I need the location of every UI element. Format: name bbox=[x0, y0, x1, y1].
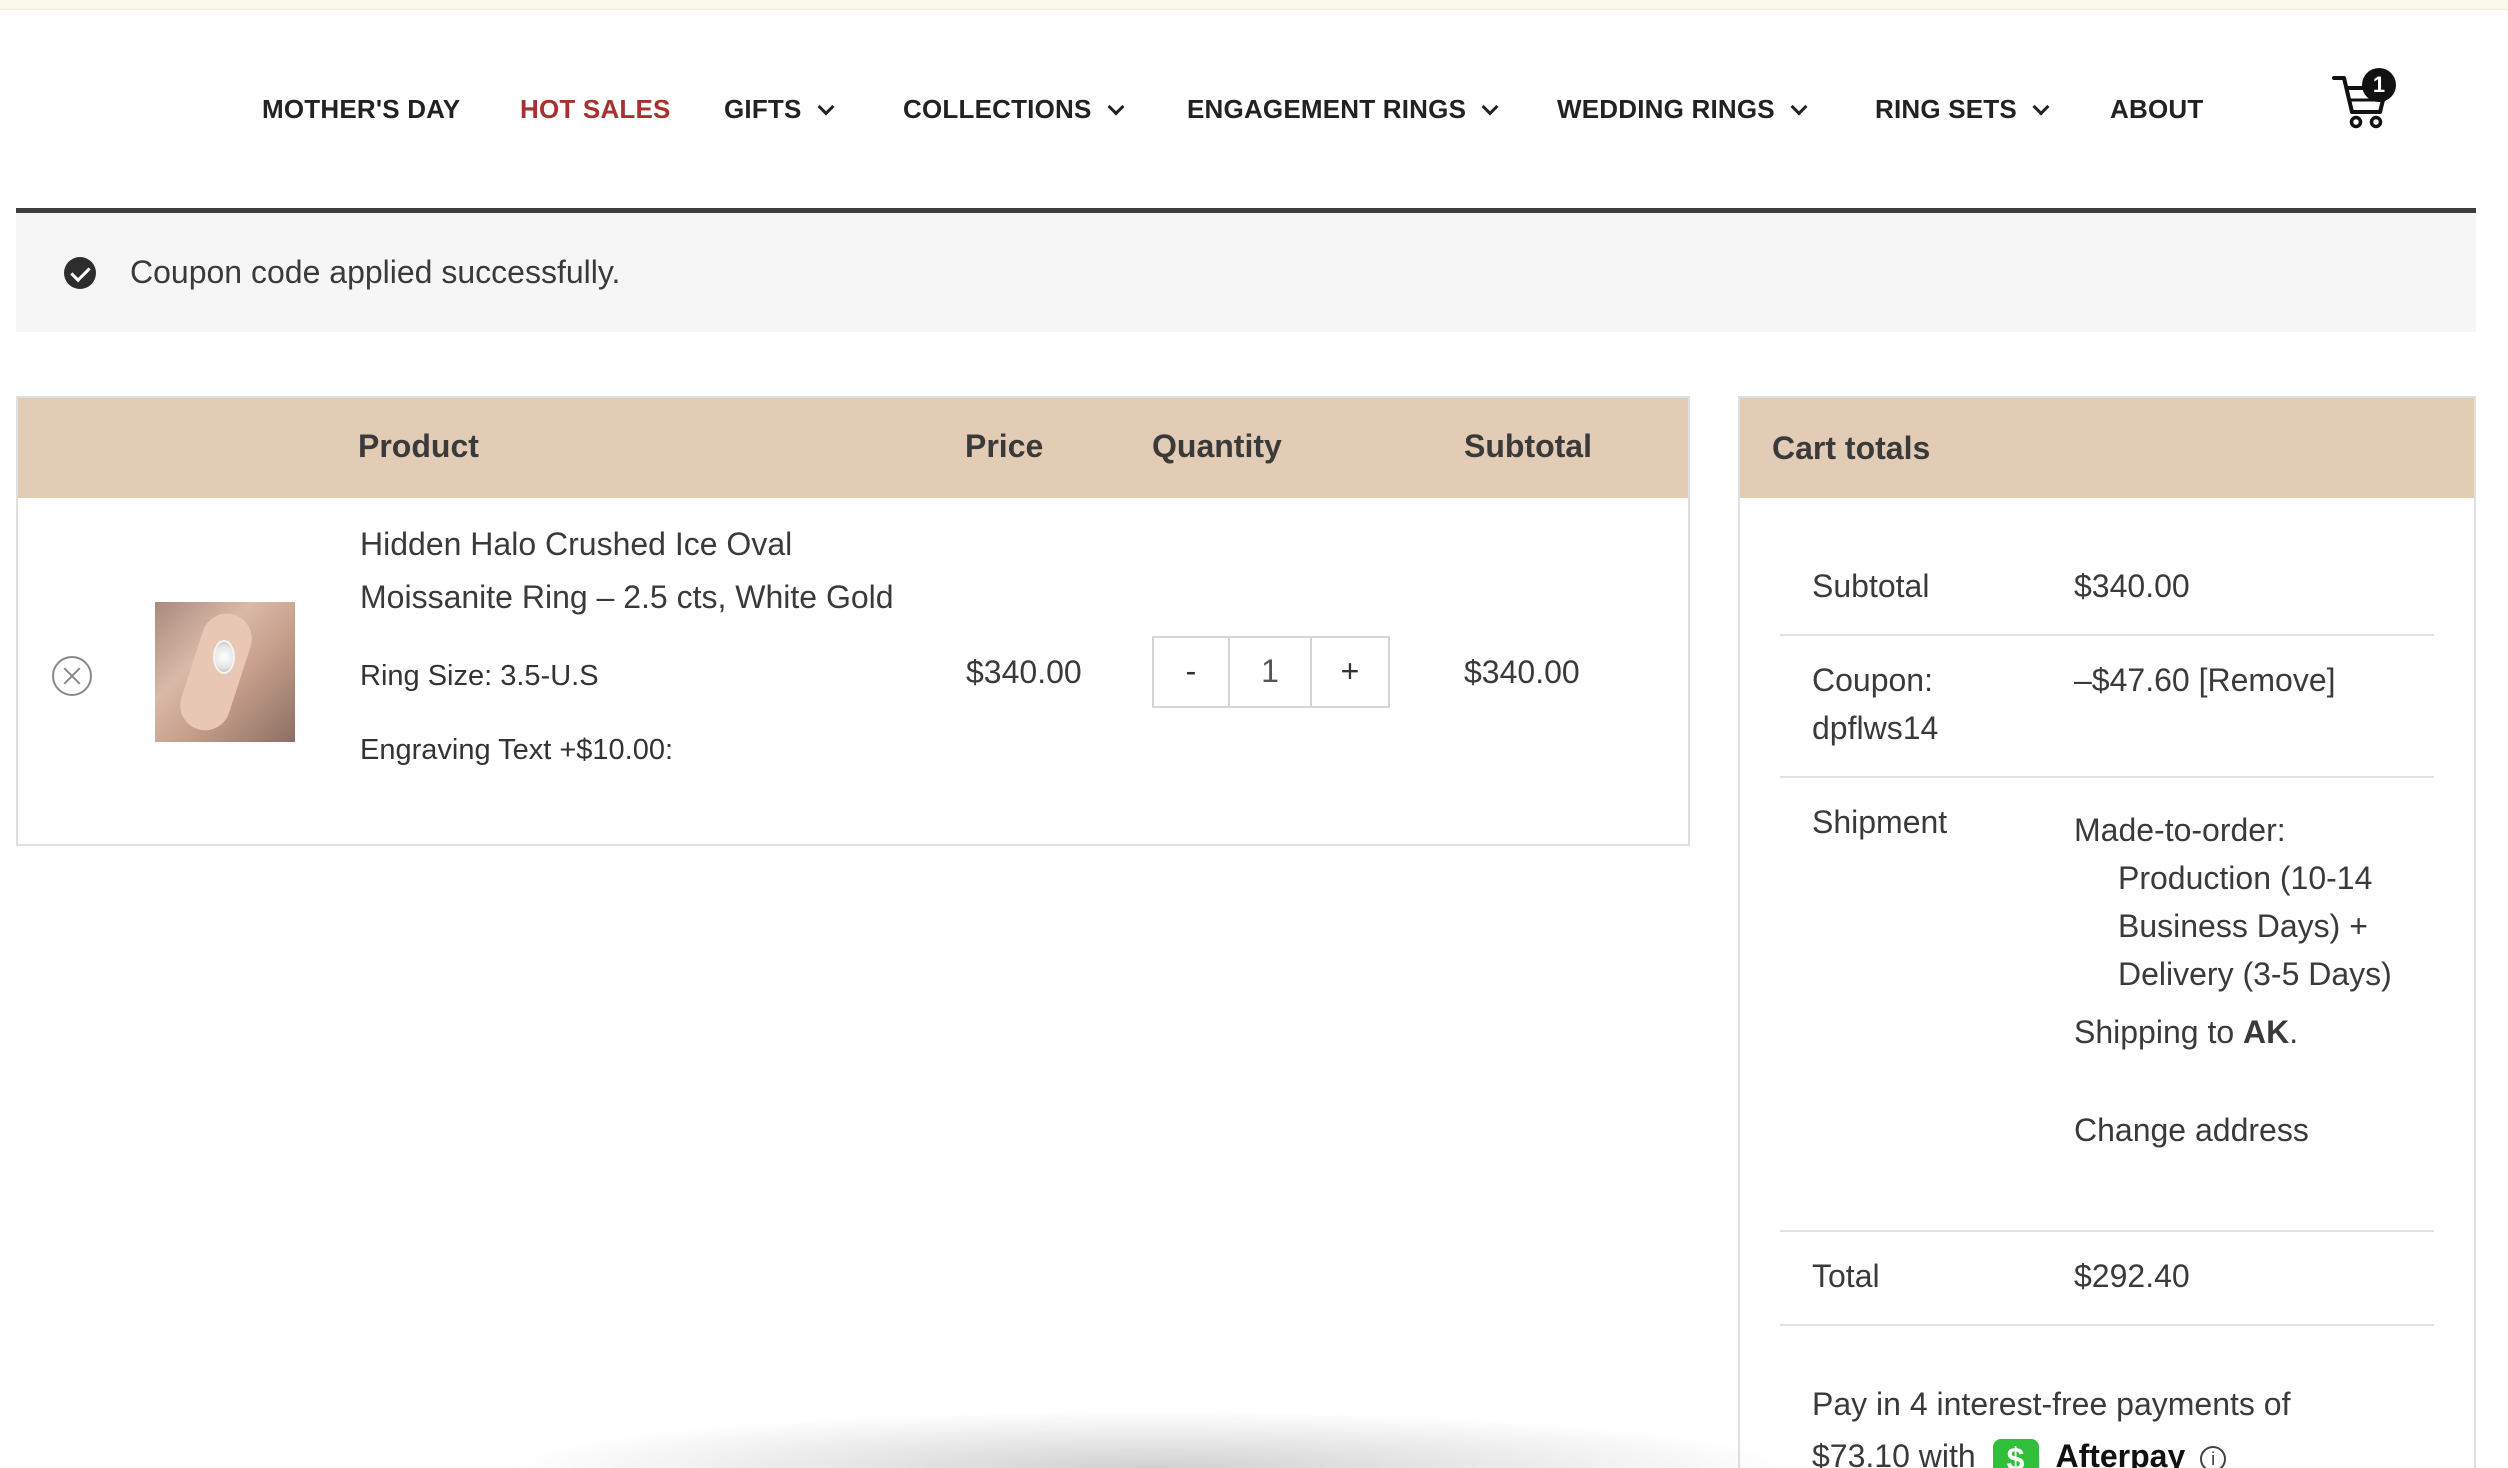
divider bbox=[1780, 776, 2434, 778]
thumbnail-hand bbox=[173, 607, 259, 737]
cart-table: Product Price Quantity Subtotal Hidden H… bbox=[16, 396, 1690, 846]
product-name-line1: Hidden Halo Crushed Ice Oval bbox=[360, 526, 793, 562]
nav-label: HOT SALES bbox=[520, 94, 671, 124]
chevron-down-icon bbox=[1481, 98, 1499, 115]
header-quantity: Quantity bbox=[1152, 428, 1282, 464]
header-subtotal: Subtotal bbox=[1464, 428, 1592, 464]
item-price: $340.00 bbox=[966, 654, 1082, 690]
shipping-region: AK bbox=[2243, 1014, 2290, 1050]
quantity-stepper: - 1 + bbox=[1152, 636, 1390, 708]
total-value: $292.40 bbox=[2074, 1258, 2190, 1294]
shipment-line: Business Days) + bbox=[2118, 908, 2368, 944]
shipment-label: Shipment bbox=[1812, 804, 1948, 840]
success-notice: Coupon code applied successfully. bbox=[16, 208, 2476, 332]
afterpay-amount: $73.10 with bbox=[1812, 1438, 1976, 1468]
main-nav: MOTHER'S DAY HOT SALES GIFTS COLLECTIONS… bbox=[0, 10, 2508, 200]
nav-hot-sales[interactable]: HOT SALES bbox=[520, 94, 671, 125]
nav-mothers-day[interactable]: MOTHER'S DAY bbox=[262, 94, 460, 125]
bottom-shadow bbox=[500, 1410, 1800, 1468]
chevron-down-icon bbox=[2032, 98, 2050, 115]
afterpay-message: Pay in 4 interest-free payments of $73.1… bbox=[1812, 1378, 2290, 1468]
info-icon[interactable]: i bbox=[2200, 1445, 2227, 1468]
subtotal-value: $340.00 bbox=[2074, 568, 2190, 604]
nav-label: ABOUT bbox=[2110, 94, 2204, 124]
remove-item-button[interactable] bbox=[52, 656, 92, 696]
check-circle-icon bbox=[64, 256, 96, 289]
change-address-link[interactable]: Change address bbox=[2074, 1106, 2309, 1154]
nav-wedding-rings[interactable]: WEDDING RINGS bbox=[1557, 94, 1808, 125]
ring-size: Ring Size: 3.5-U.S bbox=[360, 660, 599, 692]
chevron-down-icon bbox=[817, 98, 835, 115]
table-header: Product Price Quantity Subtotal bbox=[18, 398, 1688, 498]
engraving-text: Engraving Text +$10.00: bbox=[360, 734, 674, 766]
afterpay-text: Pay in 4 interest-free payments of bbox=[1812, 1386, 2291, 1422]
nav-label: RING SETS bbox=[1875, 94, 2017, 124]
notice-message: Coupon code applied successfully. bbox=[130, 254, 621, 290]
afterpay-logo: Afterpay bbox=[2055, 1438, 2186, 1468]
subtotal-label: Subtotal bbox=[1812, 568, 1930, 604]
chevron-down-icon bbox=[1790, 98, 1808, 115]
chevron-down-icon bbox=[1107, 98, 1125, 115]
nav-label: MOTHER'S DAY bbox=[262, 94, 461, 124]
product-name-line2: Moissanite Ring – 2.5 cts, White Gold bbox=[360, 579, 894, 615]
shipment-line: Delivery (3-5 Days) bbox=[2118, 956, 2392, 992]
coupon-label-text: Coupon: bbox=[1812, 662, 1933, 698]
top-strip bbox=[0, 0, 2508, 10]
shipping-destination: Shipping to AK. bbox=[2074, 1014, 2299, 1050]
cart-count-badge: 1 bbox=[2362, 68, 2396, 102]
item-subtotal: $340.00 bbox=[1464, 654, 1580, 690]
nav-label: GIFTS bbox=[724, 94, 802, 124]
thumbnail-ring-stone bbox=[213, 640, 235, 674]
nav-collections[interactable]: COLLECTIONS bbox=[903, 94, 1125, 125]
cart-totals-panel: Cart totals Subtotal $340.00 Coupon: dpf… bbox=[1738, 396, 2476, 1468]
shipment-details: Production (10-14 Business Days) + Deliv… bbox=[2118, 854, 2392, 998]
divider bbox=[1780, 1230, 2434, 1232]
remove-coupon-link[interactable]: [Remove] bbox=[2199, 662, 2336, 698]
quantity-increase-button[interactable]: + bbox=[1312, 638, 1388, 706]
product-name-link[interactable]: Hidden Halo Crushed Ice Oval Moissanite … bbox=[360, 518, 940, 624]
afterpay-badge-icon: $ bbox=[1992, 1438, 2039, 1468]
nav-engagement-rings[interactable]: ENGAGEMENT RINGS bbox=[1187, 94, 1499, 125]
nav-gifts[interactable]: GIFTS bbox=[724, 94, 835, 125]
coupon-value: –$47.60 [Remove] bbox=[2074, 656, 2336, 704]
quantity-input[interactable]: 1 bbox=[1230, 638, 1312, 706]
total-label: Total bbox=[1812, 1258, 1880, 1294]
cart-totals-title: Cart totals bbox=[1740, 398, 2474, 498]
header-product: Product bbox=[358, 428, 479, 464]
nav-label: COLLECTIONS bbox=[903, 94, 1092, 124]
product-thumbnail[interactable] bbox=[155, 602, 295, 742]
nav-ring-sets[interactable]: RING SETS bbox=[1875, 94, 2050, 125]
header-price: Price bbox=[965, 428, 1044, 464]
shipping-to-text: Shipping to bbox=[2074, 1014, 2235, 1050]
shipment-method: Made-to-order: bbox=[2074, 812, 2286, 848]
nav-label: ENGAGEMENT RINGS bbox=[1187, 94, 1467, 124]
divider bbox=[1780, 1324, 2434, 1326]
coupon-label: Coupon: dpflws14 bbox=[1812, 656, 1938, 752]
divider bbox=[1780, 634, 2434, 636]
coupon-discount: –$47.60 bbox=[2074, 662, 2190, 698]
quantity-decrease-button[interactable]: - bbox=[1154, 638, 1230, 706]
nav-about[interactable]: ABOUT bbox=[2110, 94, 2203, 125]
shipment-line: Production (10-14 bbox=[2118, 860, 2373, 896]
coupon-code: dpflws14 bbox=[1812, 710, 1939, 746]
nav-label: WEDDING RINGS bbox=[1557, 94, 1775, 124]
